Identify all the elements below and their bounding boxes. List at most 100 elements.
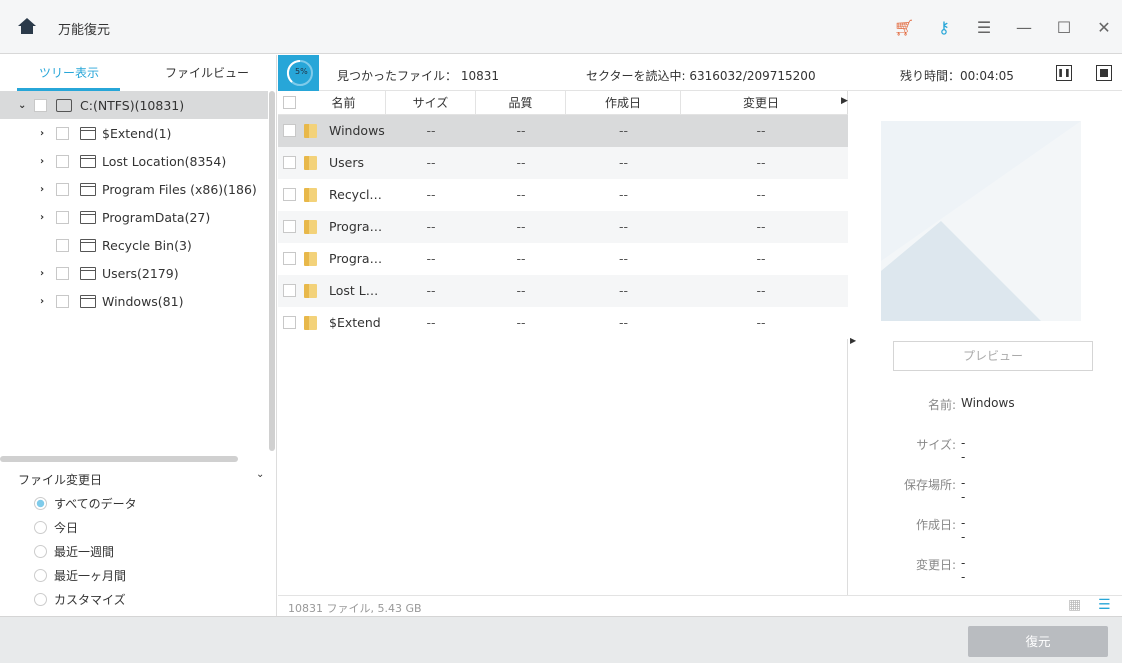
tree-checkbox[interactable] bbox=[56, 294, 69, 308]
cell-created: -- bbox=[618, 123, 629, 138]
close-icon[interactable]: ✕ bbox=[1094, 17, 1114, 37]
grid-view-icon[interactable]: ▦ bbox=[1068, 597, 1081, 613]
filter-option[interactable]: 最近一ヶ月間 bbox=[34, 565, 234, 585]
sectors-reading: セクターを読込中: 6316032/209715200 bbox=[586, 69, 816, 83]
chevron-right-icon[interactable]: › bbox=[40, 128, 44, 139]
cell-quality: -- bbox=[516, 315, 526, 330]
list-view-icon[interactable]: ☰ bbox=[1098, 597, 1111, 613]
folder-icon bbox=[304, 124, 317, 138]
cell-created: -- bbox=[618, 251, 629, 266]
detail-label: サイズ: bbox=[916, 438, 956, 452]
home-icon[interactable] bbox=[17, 17, 37, 35]
tree-item[interactable]: › Lost Location(8354) bbox=[0, 147, 268, 175]
pause-button[interactable]: ❚❚ bbox=[1056, 65, 1072, 81]
cell-modified: -- bbox=[756, 283, 766, 298]
radio-button[interactable] bbox=[34, 520, 47, 534]
scroll-columns-right-icon[interactable]: ▶ bbox=[841, 96, 848, 106]
row-checkbox[interactable] bbox=[283, 124, 296, 137]
select-all-checkbox[interactable] bbox=[283, 96, 296, 109]
filter-option[interactable]: 今日 bbox=[34, 517, 234, 537]
tree-checkbox[interactable] bbox=[34, 98, 47, 112]
filter-option-label: 最近一ヶ月間 bbox=[54, 568, 127, 583]
tree-item[interactable]: › ProgramData(27) bbox=[0, 203, 268, 231]
tree-item[interactable]: › Users(2179) bbox=[0, 259, 268, 287]
tree-item[interactable]: Recycle Bin(3) bbox=[0, 231, 268, 259]
column-created[interactable]: 作成日 bbox=[566, 91, 681, 115]
key-icon[interactable]: ⚷ bbox=[934, 17, 954, 37]
tree-item[interactable]: › Program Files (x86)(186) bbox=[0, 175, 268, 203]
detail-label: 作成日: bbox=[915, 518, 956, 532]
tree-horizontal-scrollbar[interactable] bbox=[0, 456, 238, 462]
column-size[interactable]: サイズ bbox=[386, 91, 476, 115]
chevron-right-icon[interactable]: › bbox=[40, 296, 44, 307]
tree-item[interactable]: › Windows(81) bbox=[0, 287, 268, 315]
table-row[interactable]: Windows -- -- -- -- bbox=[278, 115, 848, 147]
filter-title: ファイル変更日 bbox=[18, 473, 103, 487]
filter-option[interactable]: 最近一週間 bbox=[34, 541, 234, 561]
toggle-preview-arrow-icon[interactable]: ▶ bbox=[850, 336, 856, 345]
tree-checkbox[interactable] bbox=[56, 238, 69, 252]
tree-checkbox[interactable] bbox=[56, 182, 69, 196]
tree-checkbox[interactable] bbox=[56, 266, 69, 280]
row-checkbox[interactable] bbox=[283, 220, 296, 233]
tab-tree-view[interactable]: ツリー表示 bbox=[0, 55, 138, 91]
minimize-icon[interactable]: — bbox=[1014, 17, 1034, 37]
row-checkbox[interactable] bbox=[283, 316, 296, 329]
radio-button[interactable] bbox=[34, 568, 47, 582]
tree-item-label: Users(2179) bbox=[102, 265, 179, 281]
radio-button[interactable] bbox=[34, 496, 47, 510]
table-row[interactable]: Recycl… -- -- -- -- bbox=[278, 179, 848, 211]
chevron-right-icon[interactable]: › bbox=[40, 268, 44, 279]
cell-created: -- bbox=[618, 155, 629, 170]
cell-created: -- bbox=[618, 187, 629, 202]
cart-icon[interactable]: 🛒︎ bbox=[894, 17, 914, 37]
detail-value: -- bbox=[961, 436, 966, 464]
folder-icon bbox=[80, 182, 96, 196]
recover-button[interactable]: 復元 bbox=[968, 626, 1108, 657]
tree-checkbox[interactable] bbox=[56, 210, 69, 224]
radio-button[interactable] bbox=[34, 592, 47, 606]
chevron-right-icon[interactable]: › bbox=[40, 156, 44, 167]
table-row[interactable]: Users -- -- -- -- bbox=[278, 147, 848, 179]
preview-button[interactable]: プレビュー bbox=[893, 341, 1093, 371]
maximize-icon[interactable]: ☐ bbox=[1054, 17, 1074, 37]
table-row[interactable]: Progra… -- -- -- -- bbox=[278, 243, 848, 275]
cell-name: Lost L… bbox=[329, 283, 379, 298]
radio-button[interactable] bbox=[34, 544, 47, 558]
tree-item[interactable]: › $Extend(1) bbox=[0, 119, 268, 147]
tree-checkbox[interactable] bbox=[56, 126, 69, 140]
file-summary: 10831 ファイル, 5.43 GB bbox=[288, 602, 422, 615]
cell-created: -- bbox=[618, 219, 629, 234]
row-checkbox[interactable] bbox=[283, 188, 296, 201]
tree-item-label: ProgramData(27) bbox=[102, 209, 211, 225]
cell-modified: -- bbox=[756, 187, 766, 202]
table-row[interactable]: $Extend -- -- -- -- bbox=[278, 307, 848, 339]
filter-option[interactable]: すべてのデータ bbox=[34, 493, 234, 513]
detail-value: -- bbox=[961, 516, 966, 544]
row-checkbox[interactable] bbox=[283, 252, 296, 265]
filter-collapse-chevron-icon[interactable]: ⌄ bbox=[256, 469, 264, 480]
table-row[interactable]: Lost L… -- -- -- -- bbox=[278, 275, 848, 307]
menu-icon[interactable]: ☰ bbox=[974, 17, 994, 37]
chevron-right-icon[interactable]: › bbox=[40, 184, 44, 195]
file-table: 名前 サイズ 品質 作成日 変更日 ▶ Windows -- -- -- -- Users… bbox=[278, 91, 848, 595]
tree-checkbox[interactable] bbox=[56, 154, 69, 168]
cell-size: -- bbox=[426, 219, 436, 234]
folder-icon bbox=[80, 266, 96, 280]
column-name[interactable]: 名前 bbox=[302, 91, 386, 115]
row-checkbox[interactable] bbox=[283, 284, 296, 297]
tree-item-label: Lost Location(8354) bbox=[102, 153, 227, 169]
table-row[interactable]: Progra… -- -- -- -- bbox=[278, 211, 848, 243]
column-quality[interactable]: 品質 bbox=[476, 91, 566, 115]
stop-button[interactable] bbox=[1096, 65, 1112, 81]
tab-file-view[interactable]: ファイルビュー bbox=[138, 55, 276, 91]
chevron-down-icon[interactable]: ⌄ bbox=[18, 100, 26, 111]
column-modified[interactable]: 変更日 bbox=[681, 91, 841, 115]
row-checkbox[interactable] bbox=[283, 156, 296, 169]
tree-vertical-scrollbar[interactable] bbox=[269, 91, 275, 451]
tree-item[interactable]: ⌄ C:(NTFS)(10831) bbox=[0, 91, 268, 119]
folder-icon bbox=[304, 284, 317, 298]
filter-option[interactable]: カスタマイズ bbox=[34, 589, 234, 609]
chevron-right-icon[interactable]: › bbox=[40, 212, 44, 223]
detail-label: 保存場所: bbox=[903, 478, 956, 492]
